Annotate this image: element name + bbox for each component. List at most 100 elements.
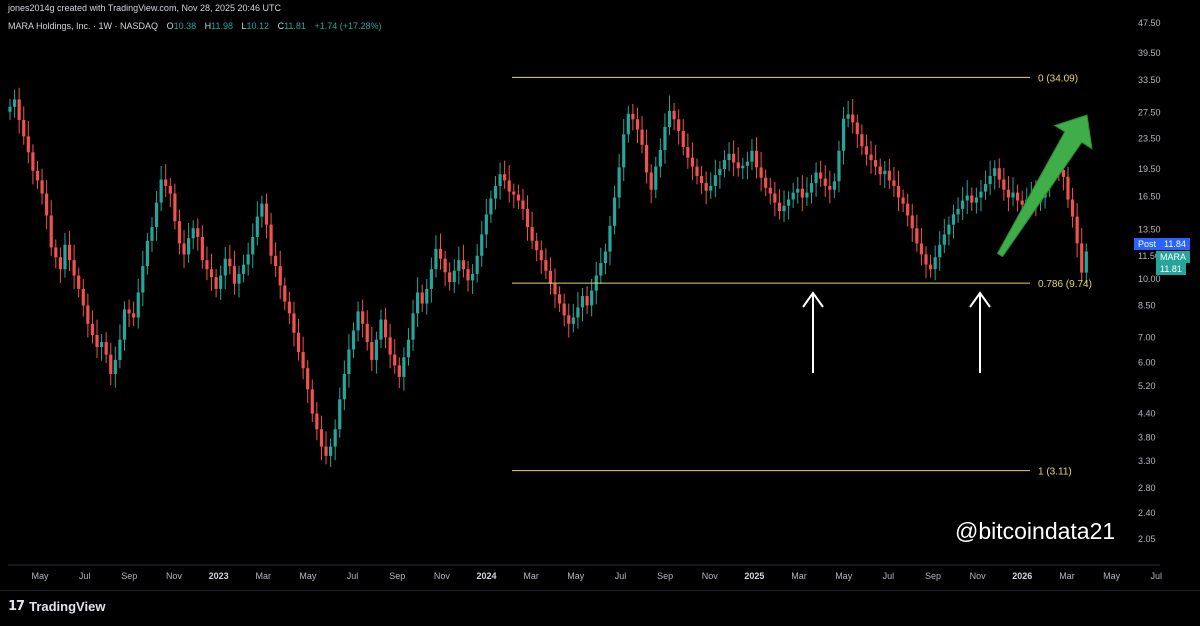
candle-body bbox=[773, 193, 777, 203]
candle-body bbox=[640, 129, 644, 145]
y-tick-label: 2.05 bbox=[1138, 534, 1156, 544]
candle-body bbox=[475, 255, 479, 274]
tradingview-logo-text: TradingView bbox=[29, 599, 106, 614]
candle-body bbox=[809, 183, 814, 193]
candle-body bbox=[516, 194, 520, 201]
tradingview-logo[interactable]: 17 TradingView bbox=[8, 599, 105, 614]
candle-body bbox=[851, 114, 855, 123]
candle-body bbox=[924, 254, 928, 265]
candle-body bbox=[338, 399, 342, 430]
candle-body bbox=[718, 169, 722, 176]
candle-body bbox=[397, 365, 401, 377]
x-tick-label: 2026 bbox=[1012, 571, 1032, 581]
candle-body bbox=[67, 244, 72, 261]
footer-bar: 17 TradingView bbox=[0, 590, 1200, 626]
candle-body bbox=[214, 277, 218, 289]
candle-body bbox=[525, 208, 530, 228]
candle-body bbox=[434, 248, 438, 270]
candle-body bbox=[173, 193, 177, 222]
candle-body bbox=[823, 178, 827, 186]
candle-body bbox=[658, 150, 662, 167]
candle-body bbox=[709, 185, 713, 191]
candle-body bbox=[828, 185, 832, 190]
candle-body bbox=[869, 154, 873, 161]
candle-body bbox=[324, 446, 328, 456]
x-tick-label: Sep bbox=[121, 571, 137, 581]
candle-body bbox=[727, 153, 731, 161]
x-tick-label: Mar bbox=[791, 571, 807, 581]
candle-body bbox=[571, 317, 575, 324]
candle-body bbox=[159, 179, 163, 203]
candle-body bbox=[535, 240, 539, 251]
candle-body bbox=[961, 200, 965, 209]
candle-body bbox=[915, 228, 919, 244]
y-tick-label: 8.50 bbox=[1138, 300, 1156, 310]
candle-body bbox=[965, 195, 969, 201]
candle-body bbox=[1016, 192, 1020, 201]
candle-body bbox=[145, 240, 149, 267]
candle-body bbox=[333, 429, 337, 447]
candle-body bbox=[599, 263, 603, 276]
candle-body bbox=[933, 257, 937, 270]
candle-body bbox=[768, 187, 772, 194]
y-tick-label: 3.30 bbox=[1138, 456, 1156, 466]
candle-body bbox=[864, 146, 869, 155]
candle-body bbox=[406, 339, 411, 358]
candle-body bbox=[90, 323, 95, 336]
candle-body bbox=[58, 257, 62, 270]
candle-body bbox=[695, 166, 699, 176]
candle-body bbox=[241, 264, 246, 274]
candle-body bbox=[819, 172, 823, 179]
candle-body bbox=[296, 332, 301, 353]
candle-body bbox=[938, 244, 942, 258]
candle-body bbox=[17, 99, 21, 120]
candle-body bbox=[983, 184, 988, 192]
candle-body bbox=[12, 99, 17, 107]
candle-body bbox=[796, 188, 800, 193]
candle-body bbox=[558, 294, 562, 304]
candle-body bbox=[100, 342, 104, 347]
candle-body bbox=[645, 144, 649, 173]
fib-label: 0.786 (9.74) bbox=[1038, 279, 1092, 290]
price-chart[interactable]: 0 (34.09) 0.786 (9.74) 1 (3.11) 47.50 39.50… bbox=[0, 0, 1200, 590]
x-tick-label: May bbox=[1103, 571, 1121, 581]
candle-body bbox=[200, 236, 204, 261]
candle-body bbox=[315, 413, 319, 430]
x-tick-label: 2025 bbox=[744, 571, 764, 581]
candle-body bbox=[49, 215, 53, 248]
candle-body bbox=[191, 228, 195, 239]
fib-label: 0 (34.09) bbox=[1038, 73, 1078, 84]
candle-body bbox=[122, 309, 127, 340]
candle-body bbox=[484, 214, 488, 235]
x-tick-label: Mar bbox=[523, 571, 539, 581]
candle-body bbox=[503, 174, 507, 181]
candle-body bbox=[979, 191, 983, 198]
candle-body bbox=[1002, 179, 1006, 190]
candle-body bbox=[590, 290, 594, 306]
candle-body bbox=[567, 315, 571, 324]
candle-body bbox=[251, 236, 255, 255]
candle-body bbox=[1075, 216, 1079, 244]
candle-body bbox=[530, 227, 534, 241]
candle-body bbox=[947, 224, 951, 235]
y-tick-label: 10.00 bbox=[1138, 274, 1161, 284]
candle-body bbox=[63, 244, 67, 270]
candle-body bbox=[993, 168, 997, 176]
candle-body bbox=[489, 198, 493, 215]
x-tick-label: 2024 bbox=[476, 571, 496, 581]
candle-body bbox=[699, 175, 704, 184]
candle-body bbox=[416, 292, 420, 314]
candle-body bbox=[521, 200, 525, 209]
candle-body bbox=[896, 185, 901, 198]
candle-body bbox=[841, 118, 846, 151]
y-tick-label: 19.50 bbox=[1138, 164, 1161, 174]
x-tick-label: May bbox=[835, 571, 853, 581]
candle-body bbox=[612, 197, 617, 226]
y-tick-label: 39.50 bbox=[1138, 48, 1161, 58]
candle-body bbox=[255, 216, 259, 237]
y-tick-label: 7.00 bbox=[1138, 332, 1156, 342]
candle-body bbox=[480, 234, 484, 256]
candle-body bbox=[800, 188, 804, 198]
candle-body bbox=[736, 162, 740, 169]
candle-body bbox=[764, 177, 768, 188]
